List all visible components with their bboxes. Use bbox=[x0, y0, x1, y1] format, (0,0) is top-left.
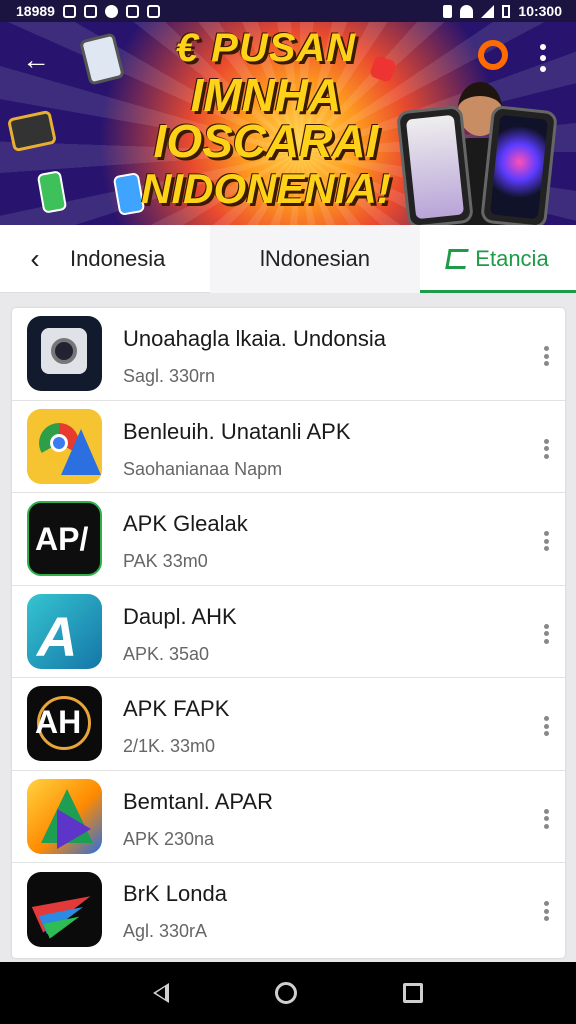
signal-icon bbox=[481, 4, 495, 18]
banner-line-2: IMNHA IOSCARAI bbox=[153, 69, 379, 167]
battery-icon bbox=[502, 4, 511, 18]
apk-logo-icon: AH bbox=[27, 686, 102, 762]
list-item[interactable]: Benleuih. Unatanli APK Saohanianaa Napm bbox=[12, 401, 565, 493]
status-right: 10:300 bbox=[443, 3, 562, 19]
app-subtitle: APK. 35a0 bbox=[123, 643, 210, 664]
app-subtitle: Saohanianaa Napm bbox=[123, 458, 283, 479]
tab-indonesia[interactable]: Indonesia bbox=[70, 225, 210, 293]
promo-banner[interactable]: € PUSAN IMNHA IOSCARAI NIDONENIA! ← bbox=[0, 22, 576, 225]
cast-icon bbox=[83, 4, 97, 18]
list-item[interactable]: AH APK FAPK 2/1K. 33m0 bbox=[12, 678, 565, 771]
app-subtitle: Agl. 330rA bbox=[123, 921, 208, 941]
status-time-left: 18989 bbox=[16, 3, 55, 19]
app-name: Benleuih. Unatanli APK bbox=[123, 418, 351, 444]
app-subtitle: 2/1K. 33m0 bbox=[123, 736, 216, 756]
record-icon bbox=[104, 4, 118, 18]
phone-left-image bbox=[396, 104, 474, 225]
chrome-map-icon bbox=[27, 408, 102, 484]
more-options-icon[interactable] bbox=[544, 623, 549, 644]
search-icon[interactable] bbox=[478, 40, 508, 70]
flag-icon bbox=[445, 248, 470, 269]
phone-left-screen bbox=[405, 114, 465, 220]
app-name: Bemtanl. APAR bbox=[123, 788, 273, 814]
app-subtitle: Sagl. 330rn bbox=[123, 366, 216, 386]
colorful-triangle-icon bbox=[27, 778, 102, 854]
list-item[interactable]: Bemtanl. APAR APK 230na bbox=[12, 771, 565, 863]
image-icon bbox=[146, 4, 160, 18]
notification-icon bbox=[62, 4, 76, 18]
paper-plane-icon bbox=[27, 871, 102, 947]
wifi-icon bbox=[460, 4, 474, 18]
list-item[interactable]: A Daupl. AHK APK. 35a0 bbox=[12, 586, 565, 678]
vibrate-icon bbox=[443, 4, 453, 18]
system-nav-bar bbox=[0, 962, 576, 1024]
app-name: Unoahagla lkaia. Undonsia bbox=[123, 326, 386, 351]
phone-right-image bbox=[480, 104, 558, 225]
app-name: Daupl. AHK bbox=[123, 603, 237, 629]
nav-back-icon[interactable] bbox=[153, 983, 169, 1003]
nav-home-icon[interactable] bbox=[275, 982, 297, 1004]
list-item[interactable]: AP/ APK Glealak PAK 33m0 bbox=[12, 493, 565, 586]
tab-back-chevron-icon[interactable]: ‹ bbox=[0, 225, 70, 293]
status-time-right: 10:300 bbox=[518, 3, 562, 19]
tab-etancia[interactable]: Etancia bbox=[420, 225, 576, 293]
banner-line-1: € PUSAN bbox=[175, 26, 357, 70]
app-name: APK FAPK bbox=[123, 696, 230, 721]
alert-icon bbox=[125, 4, 139, 18]
more-options-icon[interactable] bbox=[544, 438, 549, 459]
status-left: 18989 bbox=[16, 3, 160, 19]
more-options-icon[interactable] bbox=[544, 901, 549, 921]
tab-etancia-label: Etancia bbox=[475, 245, 549, 271]
banner-title: € PUSAN IMNHA IOSCARAI NIDONENIA! bbox=[86, 28, 446, 210]
tab-bar: ‹ Indonesia lNdonesian Etancia bbox=[0, 224, 576, 293]
phone-right-screen bbox=[489, 114, 549, 220]
app-subtitle: APK 230na bbox=[123, 828, 215, 849]
more-options-icon[interactable] bbox=[544, 808, 549, 829]
more-options-icon[interactable] bbox=[544, 716, 549, 736]
app-name: APK Glealak bbox=[123, 511, 248, 536]
list-item[interactable]: Unoahagla lkaia. Undonsia Sagl. 330rn bbox=[12, 308, 565, 401]
apk-text-icon: AP/ bbox=[27, 501, 102, 577]
back-arrow-icon[interactable]: ← bbox=[22, 44, 50, 76]
camera-icon bbox=[27, 316, 102, 392]
app-list: Unoahagla lkaia. Undonsia Sagl. 330rn Be… bbox=[12, 308, 565, 958]
banner-line-3: NIDONENIA! bbox=[141, 165, 391, 212]
status-bar: 18989 10:300 bbox=[0, 0, 576, 22]
list-item[interactable]: BrK Londa Agl. 330rA bbox=[12, 863, 565, 956]
app-name: BrK Londa bbox=[123, 881, 227, 906]
letter-a-icon: A bbox=[27, 593, 102, 669]
more-options-icon[interactable] bbox=[544, 531, 549, 551]
tab-indonesian[interactable]: lNdonesian bbox=[210, 224, 420, 293]
more-options-icon[interactable] bbox=[544, 346, 549, 366]
overflow-menu-icon[interactable] bbox=[540, 44, 546, 72]
nav-recents-icon[interactable] bbox=[403, 983, 423, 1003]
app-subtitle: PAK 33m0 bbox=[123, 551, 208, 571]
